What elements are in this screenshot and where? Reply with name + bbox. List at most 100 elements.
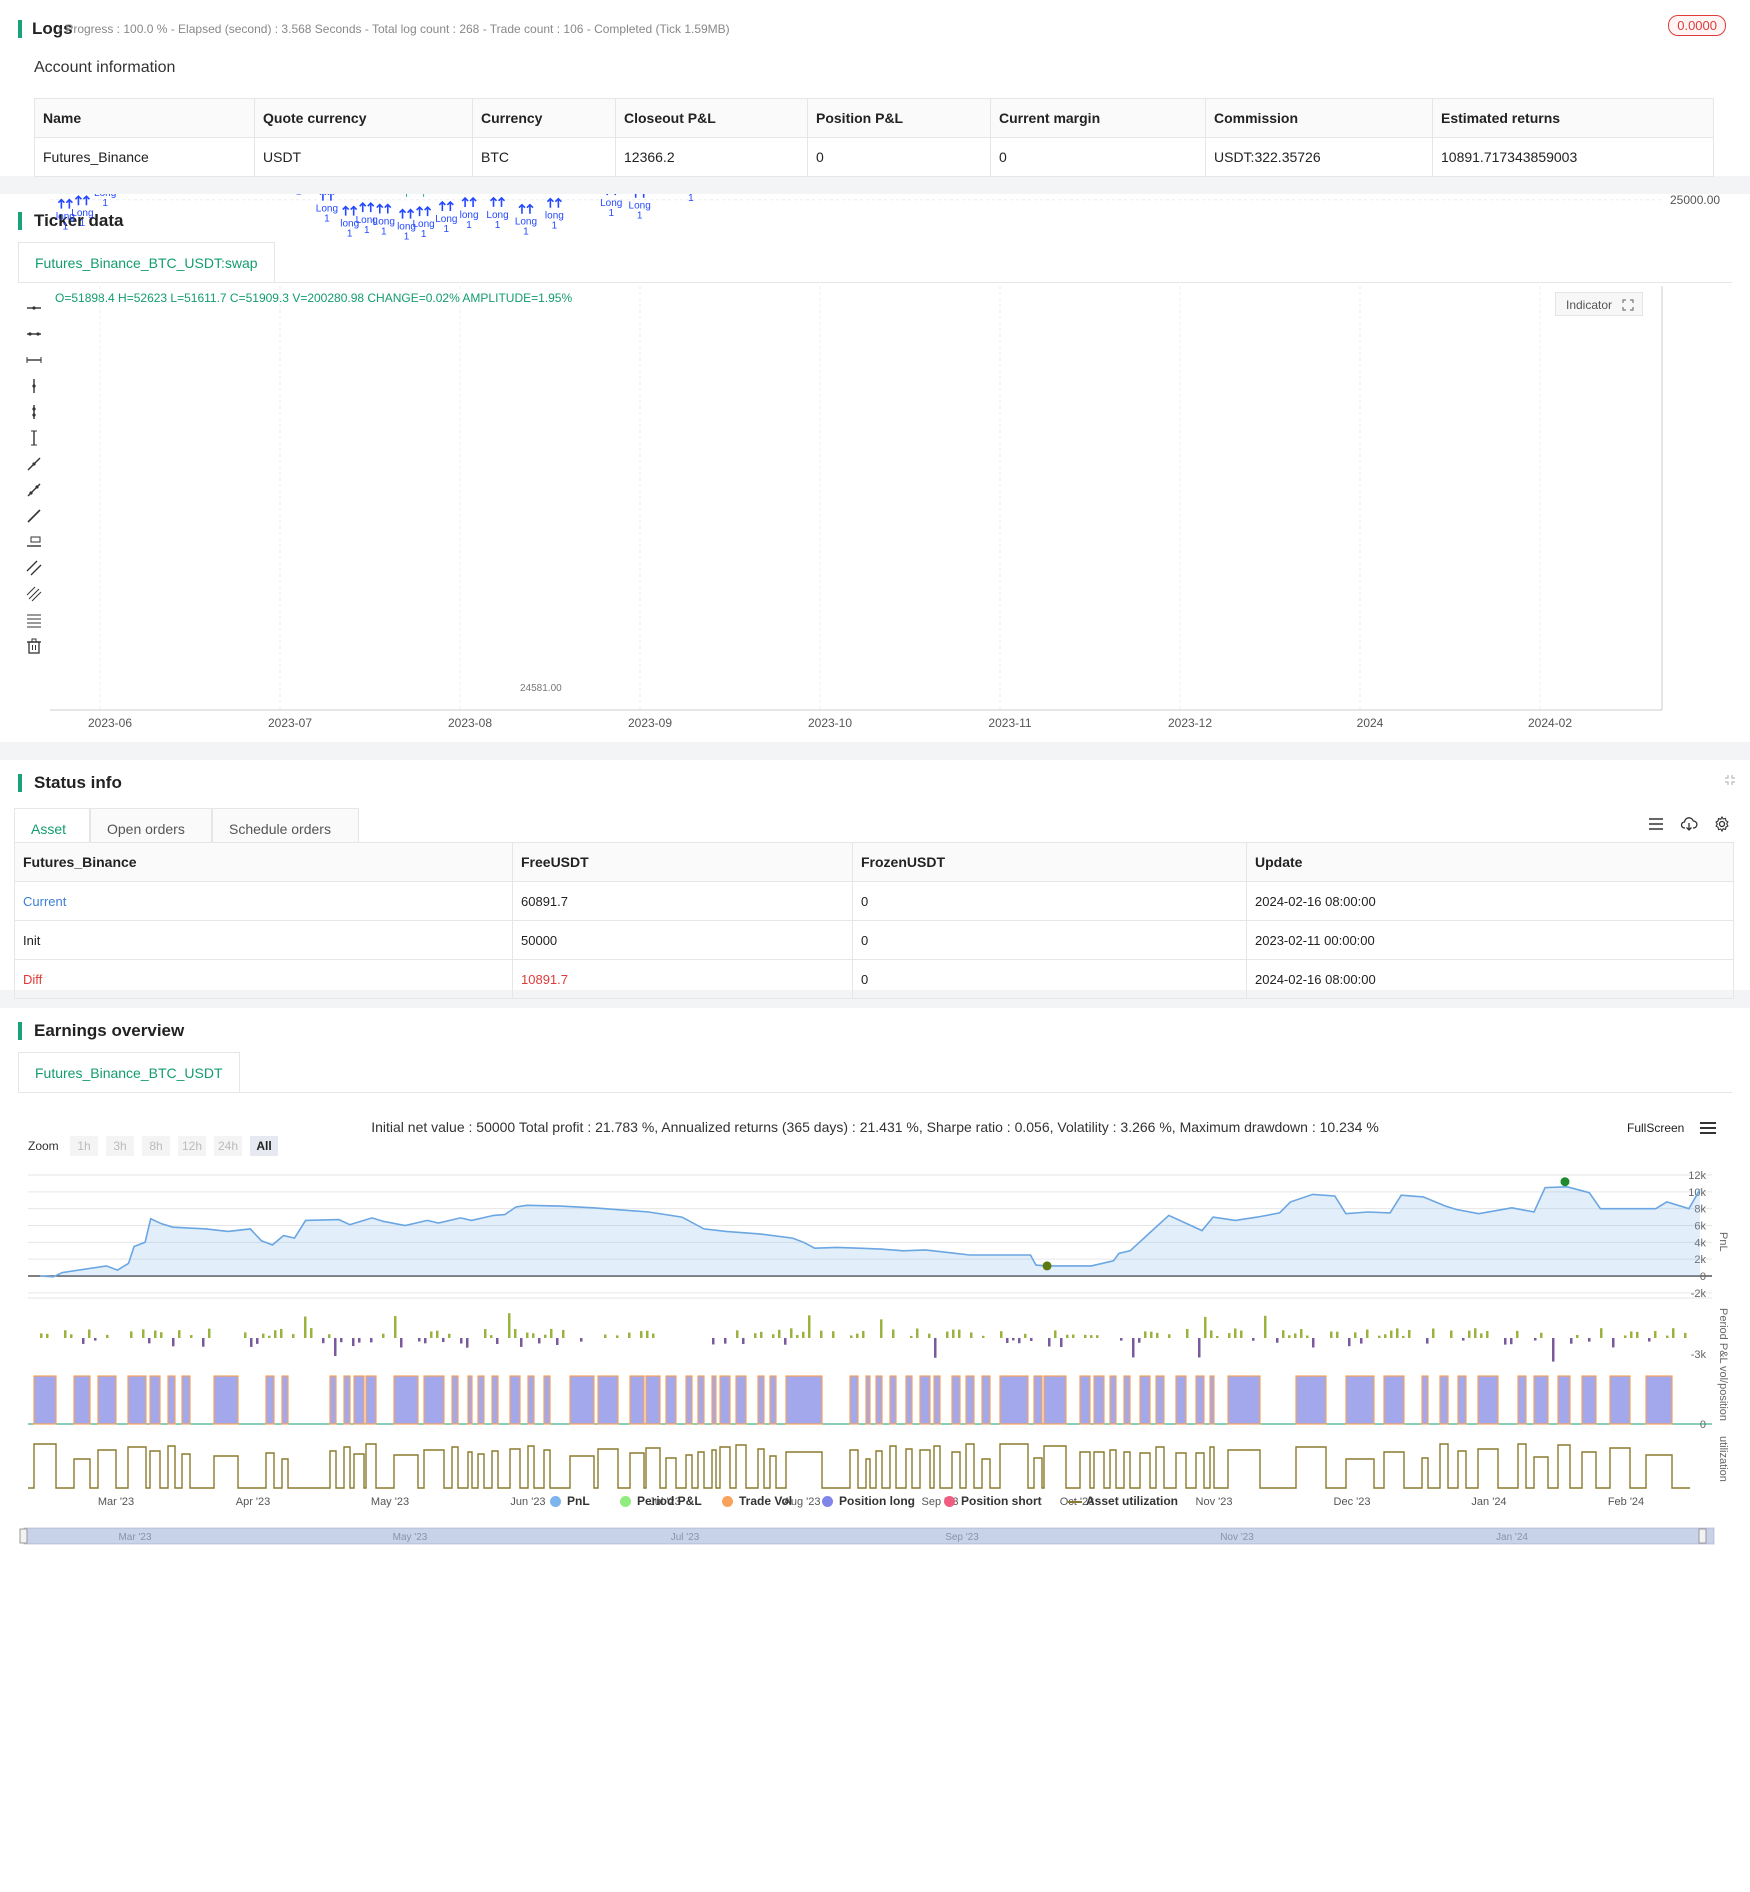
period-bar	[1312, 1338, 1315, 1348]
period-bar	[1132, 1338, 1135, 1358]
long-marker-label: Long	[316, 204, 338, 215]
position-block	[265, 1375, 275, 1425]
menu-icon[interactable]	[1700, 1121, 1716, 1135]
position-block	[527, 1375, 535, 1425]
account-title: Account information	[34, 59, 176, 76]
vertical-segment-icon[interactable]	[26, 430, 42, 446]
x-tick-label: 2024-02	[1528, 716, 1572, 730]
segment-line-icon[interactable]	[26, 508, 42, 524]
zoom-label: Zoom	[28, 1139, 59, 1153]
x-tick-label: Feb '24	[1608, 1496, 1644, 1508]
x-tick-label: 2023-07	[268, 716, 312, 730]
trash-icon[interactable]	[26, 638, 42, 654]
utilization-line	[28, 1443, 1690, 1489]
long-marker-count: 1	[102, 198, 108, 209]
long-marker-count: 1	[495, 220, 501, 231]
period-bar	[1510, 1338, 1513, 1345]
period-bar	[712, 1338, 715, 1345]
zoom-all[interactable]: All	[250, 1136, 278, 1156]
position-block	[213, 1375, 239, 1425]
period-bar	[268, 1335, 271, 1338]
legend-marker	[944, 1496, 955, 1508]
account-cell: 0	[807, 137, 991, 177]
position-block	[665, 1375, 677, 1425]
account-col-returns: Estimated returns	[1432, 98, 1714, 138]
period-bar	[352, 1338, 355, 1347]
fibonacci-icon[interactable]	[26, 586, 42, 602]
account-cell: 10891.717343859003	[1432, 137, 1714, 177]
long-marker-label: Long	[412, 219, 434, 230]
period-bar	[916, 1328, 919, 1338]
period-bar	[1432, 1328, 1435, 1338]
status-panel: Status info Asset Open orders Schedule o…	[0, 760, 1750, 999]
position-block	[1093, 1375, 1105, 1425]
price-label-icon[interactable]	[26, 534, 42, 550]
long-arrow-marker	[489, 196, 506, 207]
parallel-channel-icon[interactable]	[26, 560, 42, 576]
period-bar	[448, 1333, 451, 1338]
legend-item[interactable]: Asset utilization	[1068, 1494, 1178, 1508]
period-tick-label: -3k	[1691, 1349, 1707, 1361]
position-block	[951, 1375, 961, 1425]
horizontal-line-icon[interactable]	[26, 300, 42, 316]
period-bar	[862, 1330, 865, 1338]
zoom-3h[interactable]: 3h	[106, 1136, 134, 1156]
earnings-title: Earnings overview	[18, 1022, 184, 1040]
legend-item[interactable]: Trade Vol	[722, 1494, 792, 1508]
period-bar	[514, 1329, 517, 1338]
period-bar	[280, 1328, 283, 1338]
period-bar	[796, 1334, 799, 1338]
zoom-12h[interactable]: 12h	[178, 1136, 206, 1156]
period-bar	[106, 1334, 109, 1338]
period-bar	[754, 1333, 757, 1338]
asset-cell: 2024-02-16 08:00:00	[1246, 881, 1734, 921]
asset-cell: 10891.7	[512, 959, 853, 999]
cloud-download-icon[interactable]	[1680, 816, 1698, 832]
vertical-ray-icon[interactable]	[26, 404, 42, 420]
zoom-8h[interactable]: 8h	[142, 1136, 170, 1156]
indicator-button[interactable]: Indicator	[1555, 292, 1644, 316]
legend-item[interactable]: Position short	[944, 1494, 1042, 1508]
logs-panel: Logs - Progress : 100.0 % - Elapsed (sec…	[0, 0, 1750, 177]
period-bar	[934, 1338, 937, 1358]
position-block	[875, 1375, 883, 1425]
ray-line-icon[interactable]	[26, 482, 42, 498]
period-bar	[1378, 1335, 1381, 1338]
horizontal-segment-icon[interactable]	[26, 352, 42, 368]
zoom-1h[interactable]: 1h	[70, 1136, 98, 1156]
period-bar	[250, 1338, 253, 1347]
zoom-24h[interactable]: 24h	[214, 1136, 242, 1156]
horizontal-ray-icon[interactable]	[26, 326, 42, 342]
position-block	[919, 1375, 931, 1425]
list-icon[interactable]	[1648, 816, 1664, 832]
period-bar	[244, 1332, 247, 1338]
period-bar	[1066, 1334, 1069, 1338]
period-bar	[256, 1338, 259, 1344]
long-marker-label: Long	[515, 217, 537, 228]
expand-icon[interactable]	[1622, 299, 1634, 311]
table-row: Current 60891.7 0 2024-02-16 08:00:00	[14, 881, 1734, 921]
legend-item[interactable]: PnL	[550, 1494, 590, 1508]
legend-item[interactable]: Position long	[822, 1494, 915, 1508]
horizontal-lines-icon[interactable]	[26, 612, 42, 628]
long-arrow-marker	[438, 200, 454, 211]
fullscreen-button[interactable]: FullScreen	[1627, 1121, 1684, 1135]
long-marker-count: 1	[364, 225, 370, 236]
position-block	[597, 1375, 619, 1425]
period-bar	[1156, 1332, 1159, 1338]
period-bar	[46, 1333, 49, 1338]
tab-earnings-pair[interactable]: Futures_Binance_BTC_USDT	[18, 1052, 240, 1092]
legend-label: Trade Vol	[739, 1494, 793, 1508]
period-bar	[1384, 1334, 1387, 1338]
period-bar	[304, 1316, 307, 1338]
tab-ticker-swap[interactable]: Futures_Binance_BTC_USDT:swap	[18, 242, 275, 282]
period-bar	[1390, 1330, 1393, 1338]
gear-icon[interactable]	[1714, 816, 1730, 832]
position-block	[981, 1375, 991, 1425]
collapse-icon[interactable]	[1724, 774, 1736, 786]
period-bar	[202, 1338, 205, 1347]
trend-line-icon[interactable]	[26, 456, 42, 472]
legend-item[interactable]: Period P&L	[620, 1494, 702, 1508]
vertical-line-icon[interactable]	[26, 378, 42, 394]
period-bar	[40, 1333, 43, 1338]
